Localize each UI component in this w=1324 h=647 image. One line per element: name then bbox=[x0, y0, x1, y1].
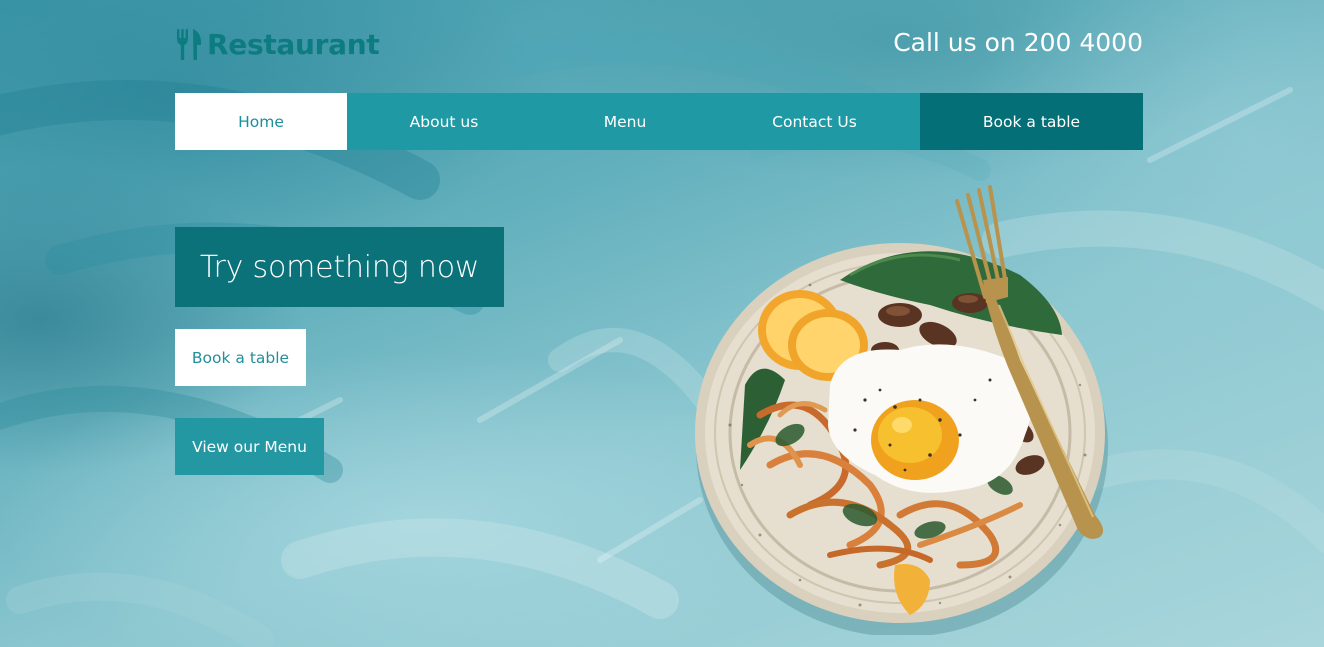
brand-logo[interactable]: Restaurant bbox=[175, 26, 380, 62]
main-nav: Home About us Menu Contact Us Book a tab… bbox=[175, 93, 1143, 150]
nav-about-us[interactable]: About us bbox=[347, 93, 541, 150]
nav-contact-us[interactable]: Contact Us bbox=[709, 93, 920, 150]
nav-home[interactable]: Home bbox=[175, 93, 347, 150]
food-plate-image bbox=[695, 185, 1108, 635]
nav-book-a-table[interactable]: Book a table bbox=[920, 93, 1143, 150]
book-table-button[interactable]: Book a table bbox=[175, 329, 306, 386]
hero-title: Try something now bbox=[175, 227, 504, 307]
view-menu-button[interactable]: View our Menu bbox=[175, 418, 324, 475]
fork-knife-icon bbox=[177, 29, 202, 60]
brand-name: Restaurant bbox=[207, 27, 380, 61]
phone-number: Call us on 200 4000 bbox=[893, 28, 1143, 57]
nav-menu[interactable]: Menu bbox=[541, 93, 709, 150]
